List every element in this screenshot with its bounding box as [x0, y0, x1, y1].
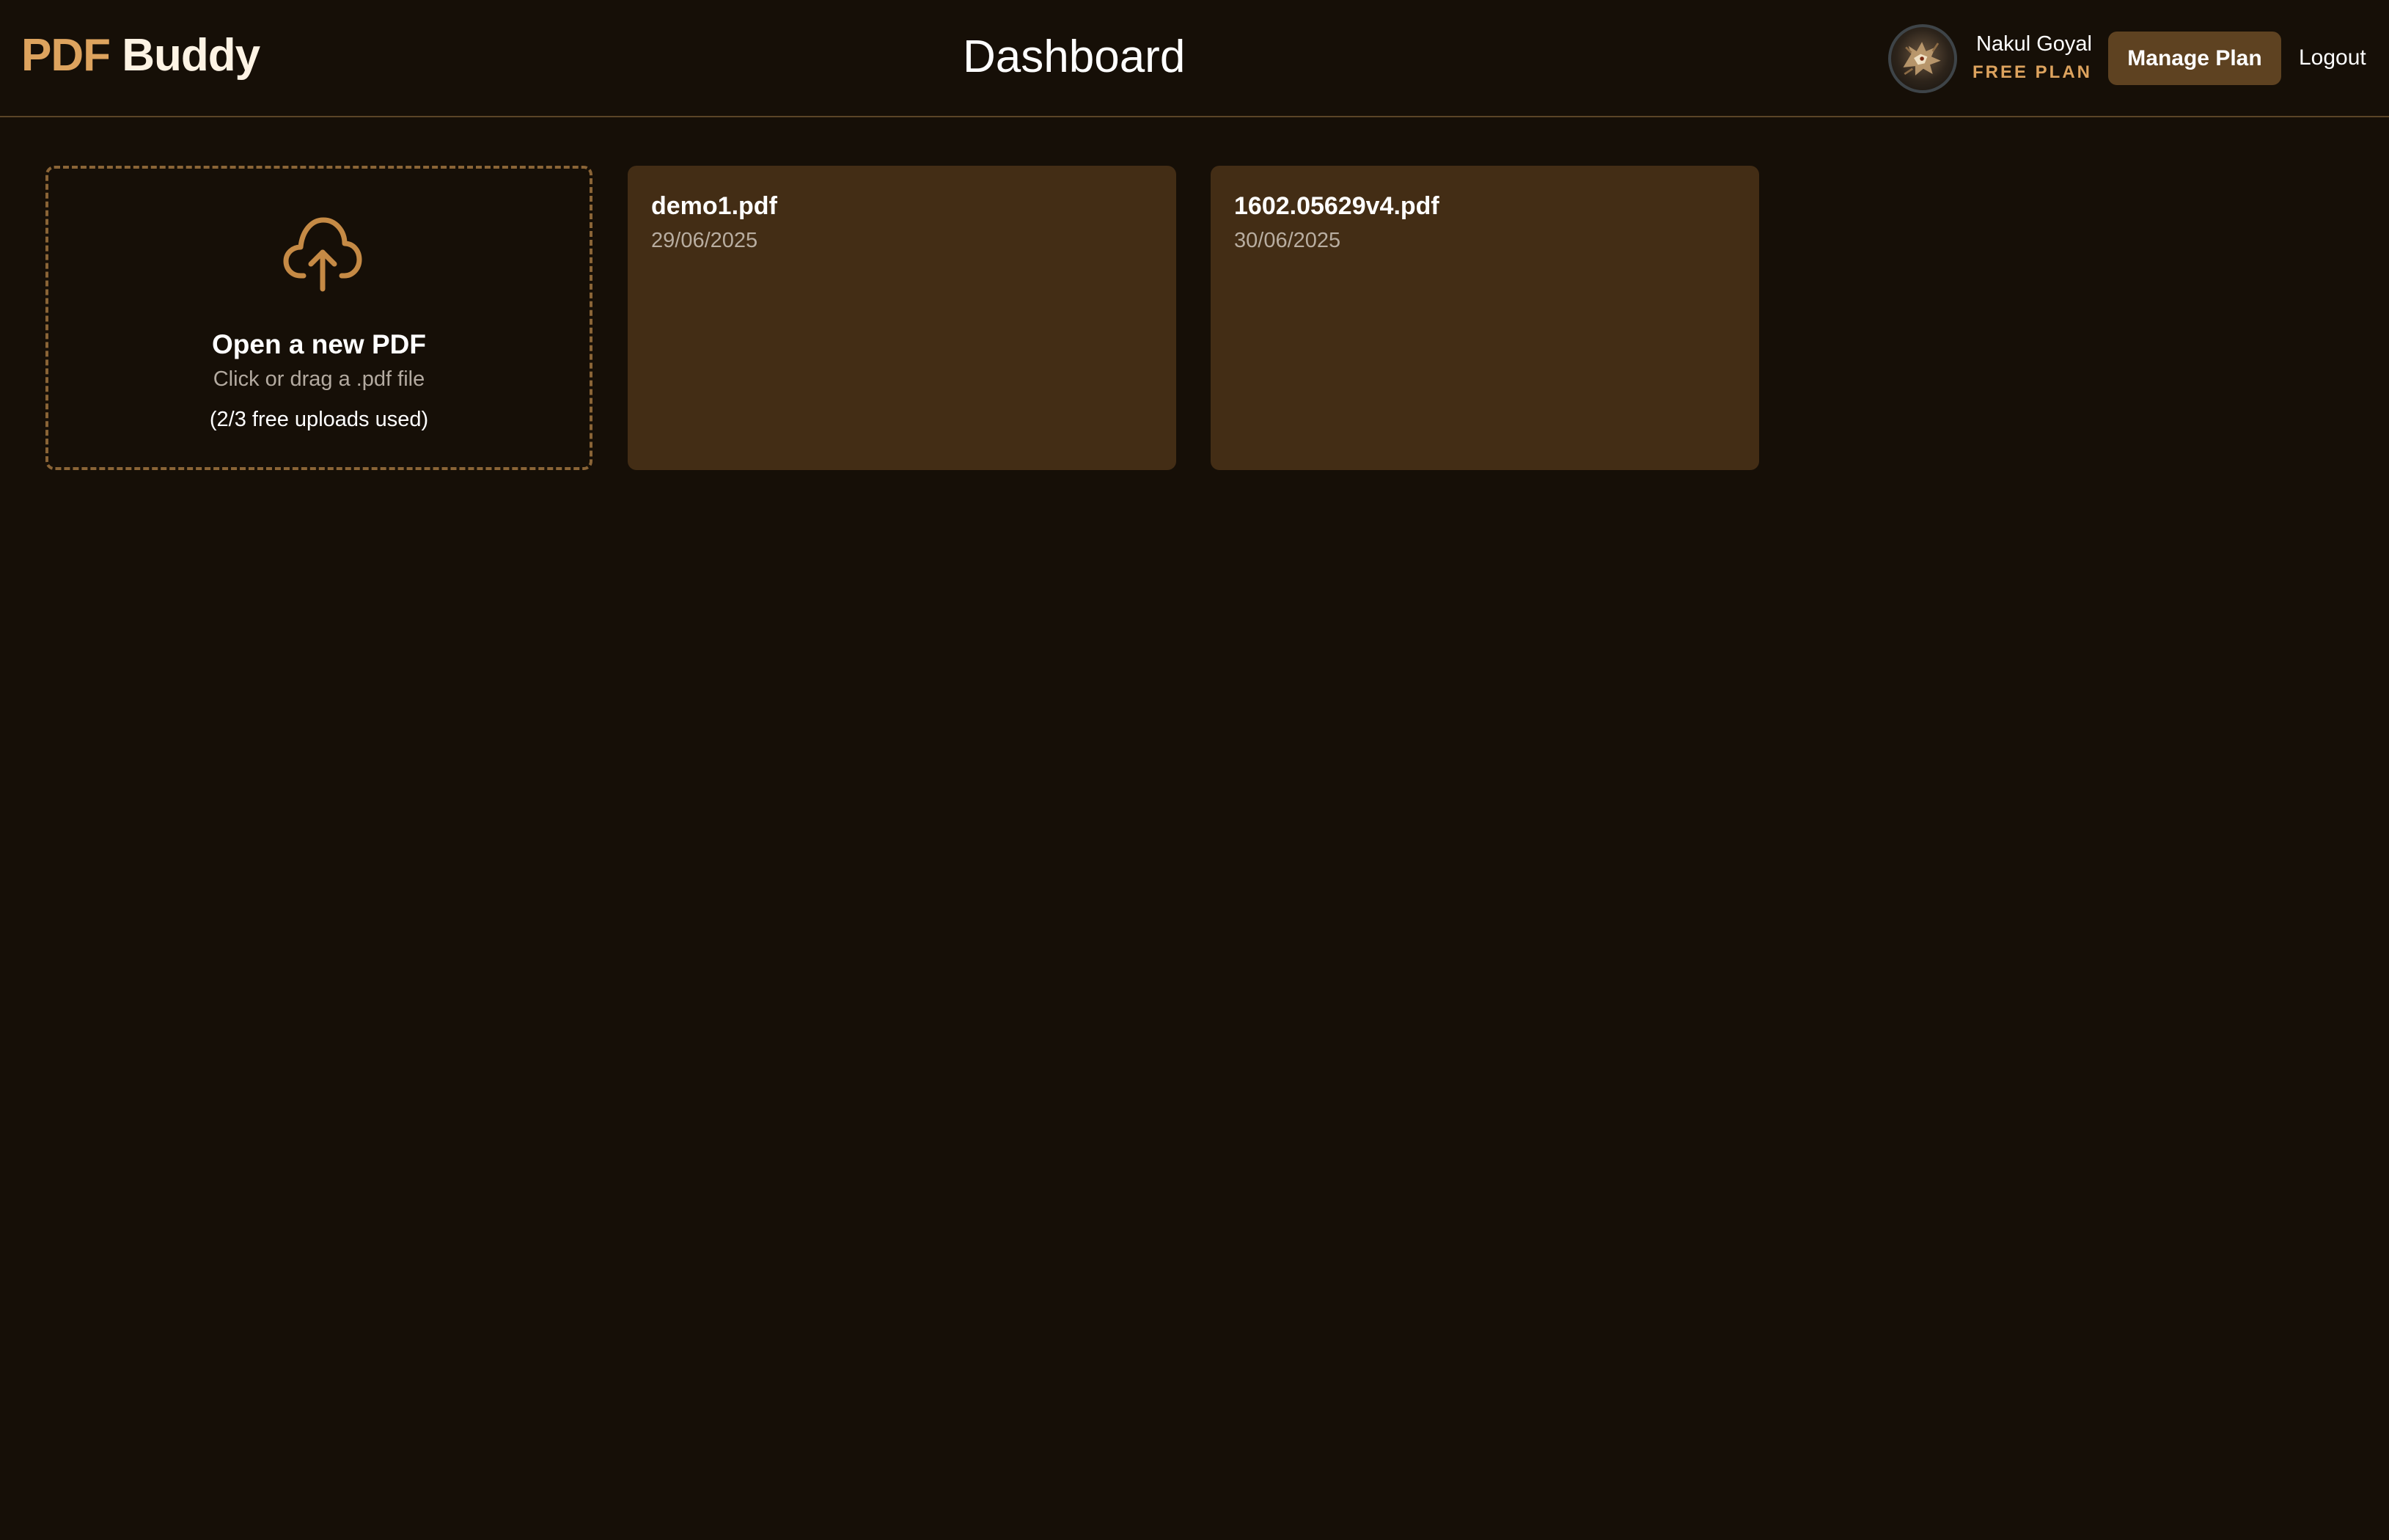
logout-link[interactable]: Logout — [2299, 45, 2366, 70]
user-name: Nakul Goyal — [1976, 32, 2092, 56]
user-info: Nakul Goyal FREE PLAN — [1971, 31, 2092, 84]
document-card[interactable]: 1602.05629v4.pdf 30/06/2025 — [1211, 166, 1759, 470]
upload-title: Open a new PDF — [212, 329, 426, 359]
plan-badge: FREE PLAN — [1972, 62, 2092, 82]
document-name: demo1.pdf — [651, 192, 777, 220]
manage-plan-button[interactable]: Manage Plan — [2108, 32, 2281, 85]
dragon-avatar-icon — [1903, 42, 1941, 76]
document-card[interactable]: demo1.pdf 29/06/2025 — [628, 166, 1176, 470]
logo-main-text: Buddy — [110, 30, 260, 81]
document-date: 29/06/2025 — [651, 229, 758, 252]
cloud-upload-icon — [283, 217, 362, 292]
app-logo[interactable]: PDF Buddy — [21, 29, 260, 81]
document-name: 1602.05629v4.pdf — [1234, 192, 1439, 220]
upload-usage-count: (2/3 free uploads used) — [209, 408, 429, 431]
upload-dropzone[interactable]: Open a new PDF Click or drag a .pdf file… — [45, 166, 592, 470]
document-date: 30/06/2025 — [1234, 229, 1341, 252]
avatar[interactable] — [1888, 24, 1957, 93]
top-header: PDF Buddy Dashboard Nakul Goyal FREE PLA… — [0, 0, 2389, 117]
upload-subtitle: Click or drag a .pdf file — [213, 367, 425, 391]
page-title: Dashboard — [963, 32, 1186, 82]
logo-accent-text: PDF — [21, 30, 111, 81]
